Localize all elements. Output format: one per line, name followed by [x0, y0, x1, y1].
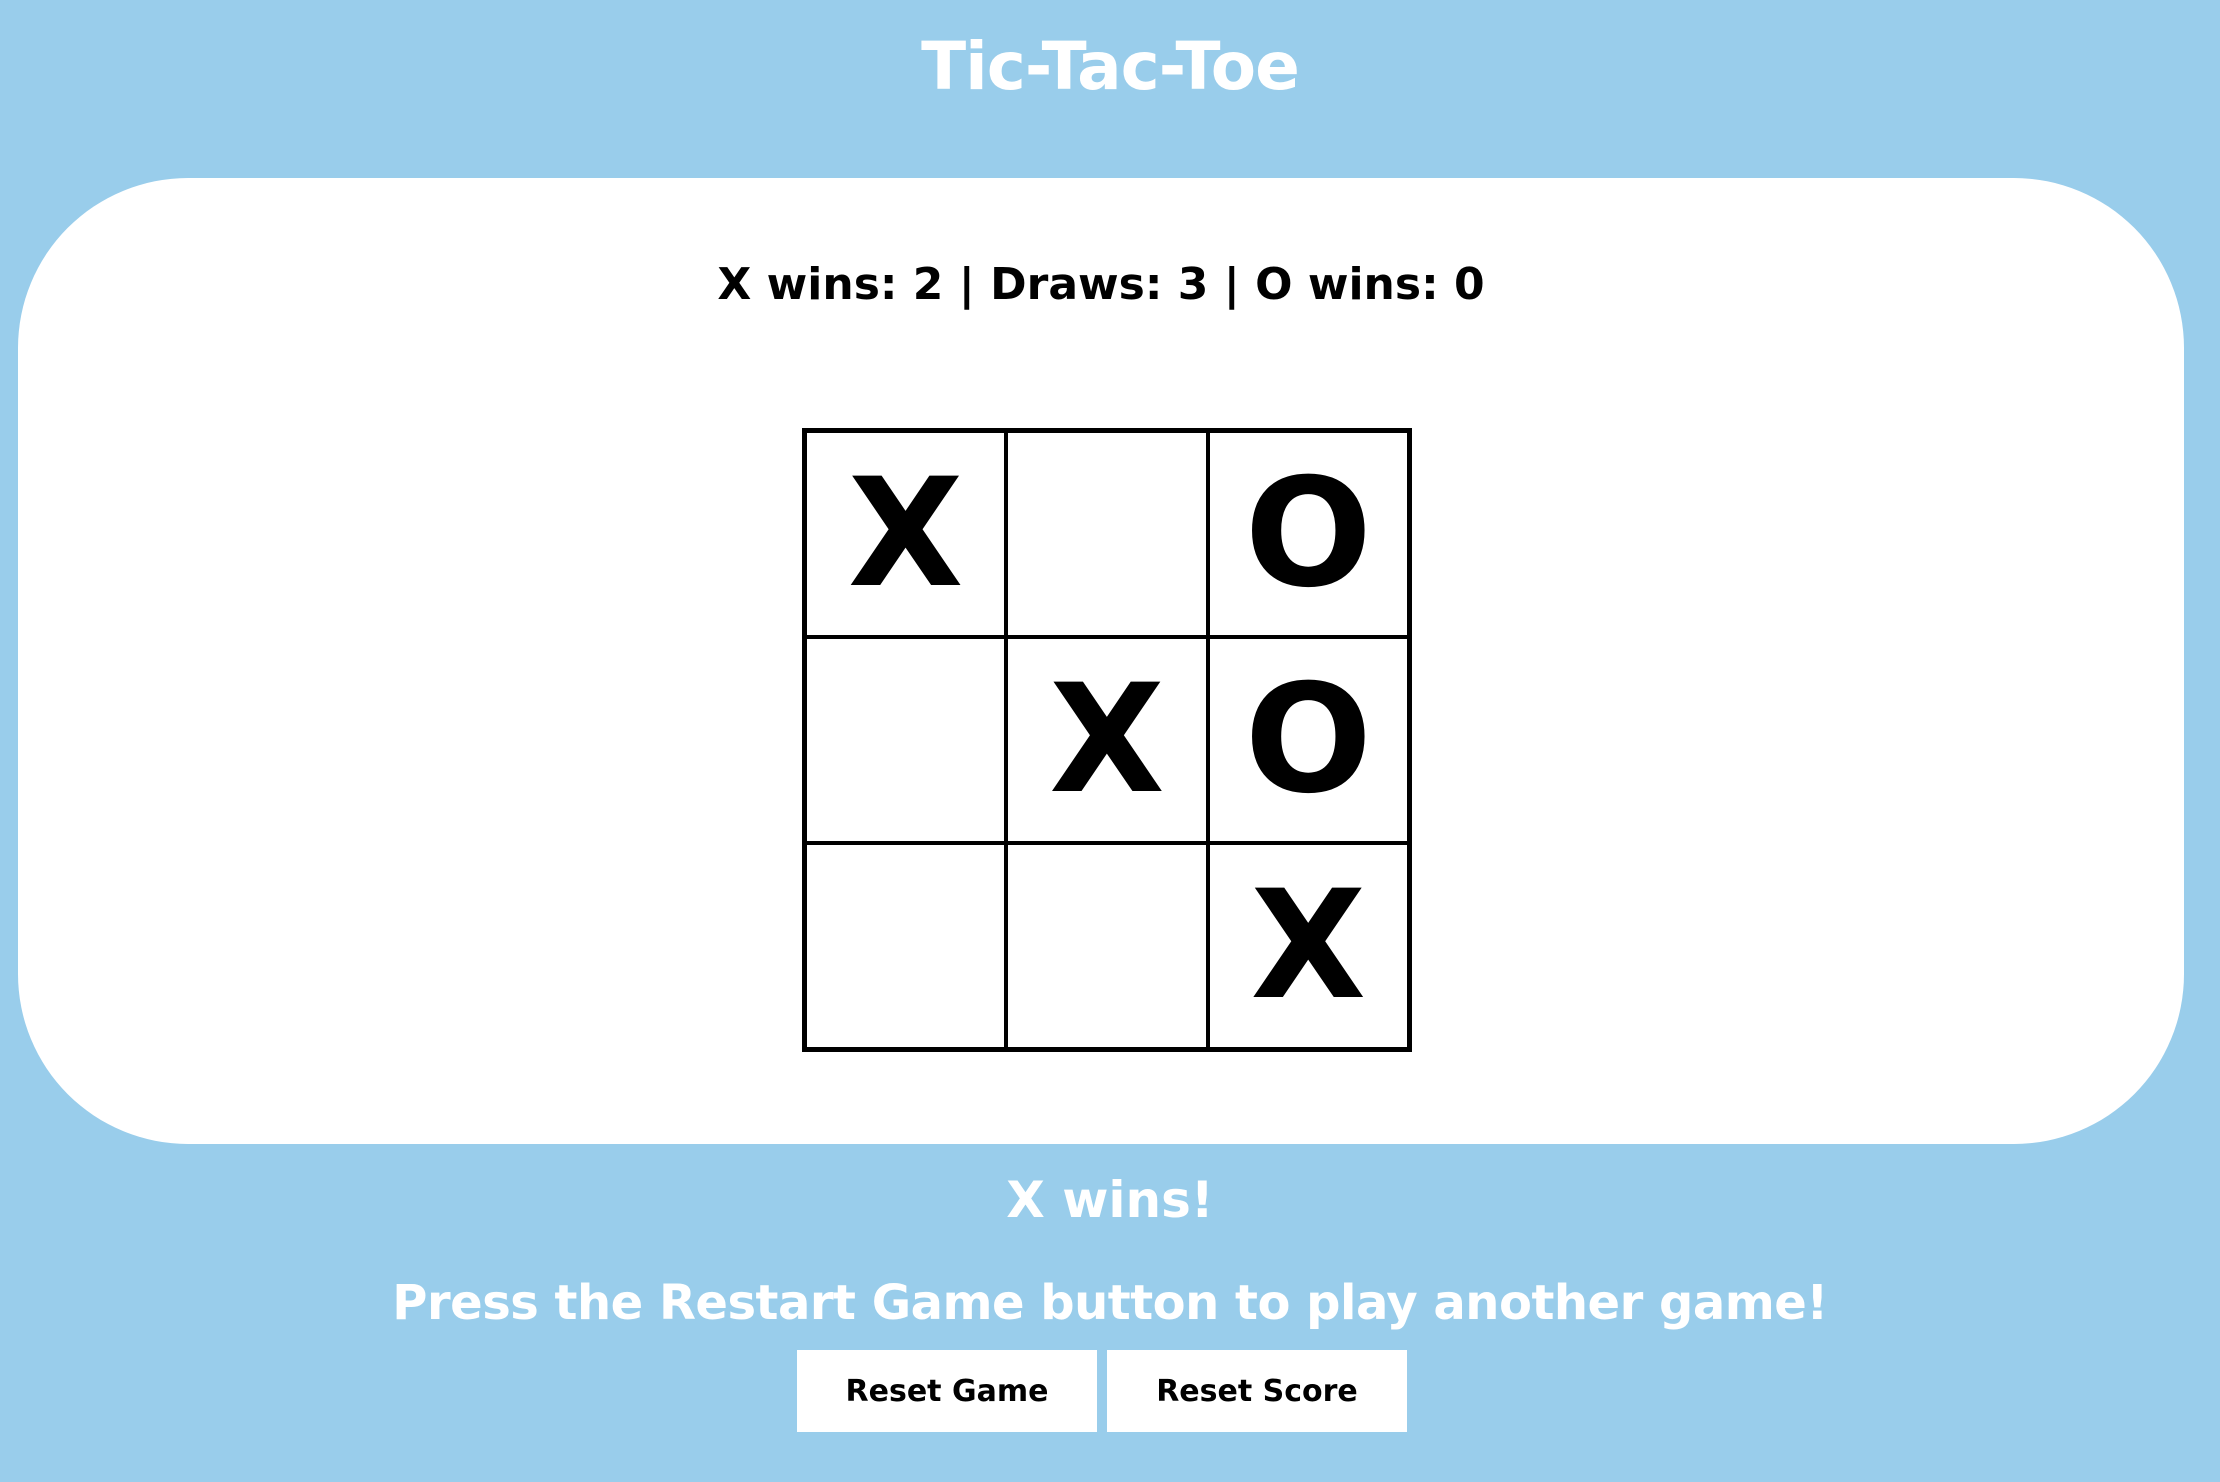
scoreboard: X wins: 2 | Draws: 3 | O wins: 0 [717, 259, 1485, 310]
game-board: X O X O X [802, 428, 1412, 1052]
board-cell-1[interactable]: X [805, 431, 1007, 637]
board-cell-3[interactable]: O [1207, 431, 1409, 637]
reset-score-button[interactable]: Reset Score [1107, 1350, 1407, 1432]
reset-game-button[interactable]: Reset Game [797, 1350, 1097, 1432]
board-cell-6[interactable]: O [1207, 637, 1409, 843]
board-cell-4[interactable] [805, 637, 1007, 843]
board-cell-2[interactable] [1006, 431, 1208, 637]
board-cell-5[interactable]: X [1006, 637, 1208, 843]
page-title: Tic-Tac-Toe [921, 28, 1300, 105]
board-cell-8[interactable] [1006, 843, 1208, 1049]
game-result-message: X wins! [1006, 1171, 1214, 1229]
game-controls: Reset Game Reset Score [797, 1350, 1407, 1432]
restart-prompt: Press the Restart Game button to play an… [392, 1275, 1828, 1331]
game-panel: X wins: 2 | Draws: 3 | O wins: 0 X O X O… [18, 178, 2184, 1144]
board-cell-7[interactable] [805, 843, 1007, 1049]
board-cell-9[interactable]: X [1207, 843, 1409, 1049]
